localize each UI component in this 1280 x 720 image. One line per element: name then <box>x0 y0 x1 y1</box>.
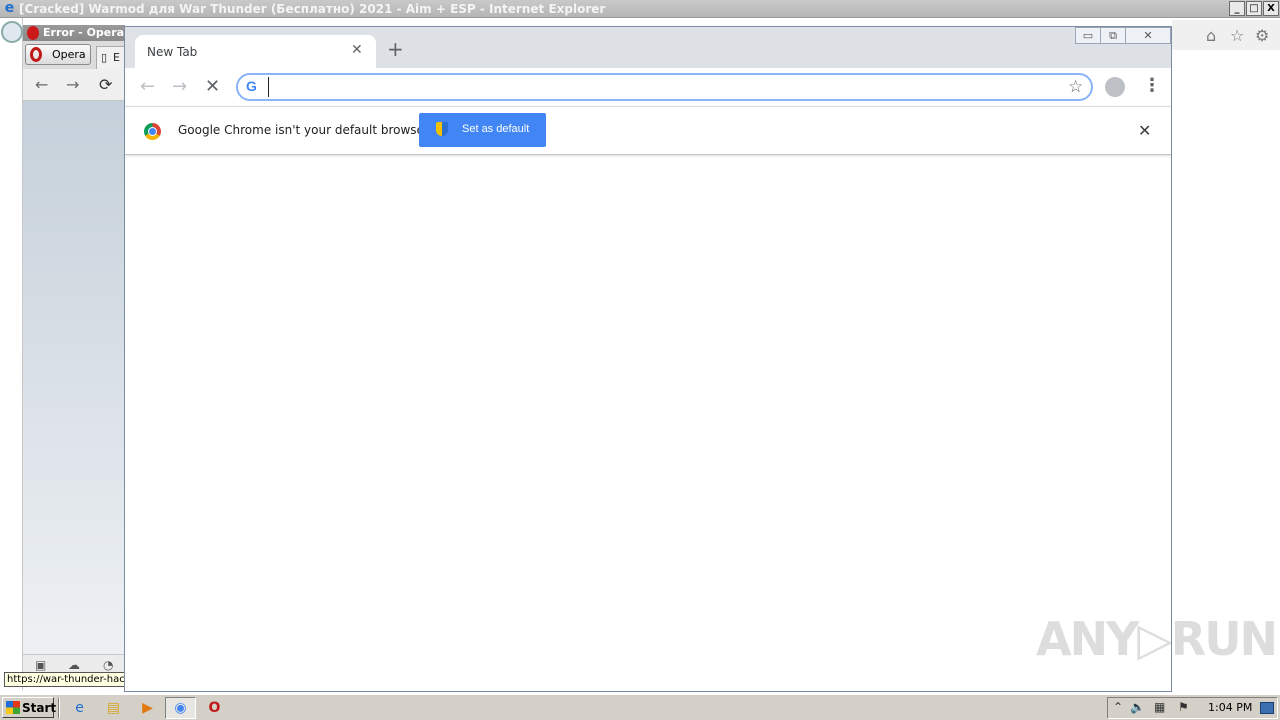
reload-icon[interactable]: ⟳ <box>99 75 112 94</box>
stop-loading-icon[interactable]: ✕ <box>205 76 220 97</box>
home-icon[interactable]: ⌂ <box>1206 26 1216 45</box>
show-desktop-icon[interactable] <box>1260 702 1274 714</box>
page-icon: ▯ <box>101 51 108 64</box>
volume-icon[interactable]: 🔈 <box>1130 700 1145 714</box>
taskbar-ie-icon[interactable]: e <box>64 697 95 719</box>
opera-window-title: Error - Opera <box>43 26 125 39</box>
action-center-flag-icon[interactable]: ⚑ <box>1178 700 1189 714</box>
ie-window-title: [Cracked] Warmod для War Thunder (Беспла… <box>19 2 606 16</box>
taskbar: Start e ▤ ▶ ◉ O ⌃ 🔈 ▦ ⚑ 1:04 PM <box>0 694 1280 720</box>
infobar-close-icon[interactable]: ✕ <box>1138 121 1151 140</box>
back-arrow-icon[interactable]: ← <box>140 76 155 97</box>
system-tray: ⌃ 🔈 ▦ ⚑ 1:04 PM <box>1107 697 1278 719</box>
chrome-close-button[interactable]: ✕ <box>1125 27 1171 44</box>
ie-logo-icon: e <box>4 0 15 16</box>
taskbar-opera-icon[interactable]: O <box>199 697 230 719</box>
back-arrow-icon[interactable]: ← <box>35 75 48 94</box>
uac-shield-icon <box>436 122 448 136</box>
profile-avatar-icon[interactable] <box>1105 77 1125 97</box>
opera-menu-button[interactable]: Opera <box>25 44 91 65</box>
opera-tabbar: Opera ▯ E <box>23 41 125 69</box>
speed-dial-icon[interactable]: ◔ <box>103 658 113 672</box>
opera-tab-label: E <box>113 51 120 64</box>
opera-tab-error[interactable]: ▯ E <box>96 46 125 69</box>
ie-back-button[interactable] <box>1 21 23 43</box>
start-button[interactable]: Start <box>2 697 57 718</box>
taskbar-media-player-icon[interactable]: ▶ <box>132 697 163 719</box>
ie-titlebar: e [Cracked] Warmod для War Thunder (Бесп… <box>0 0 1280 18</box>
tab-close-icon[interactable]: ✕ <box>351 42 363 58</box>
opera-navbar: ← → ⟳ <box>23 69 125 101</box>
set-as-default-label: Set as default <box>462 123 530 135</box>
windows-logo-icon <box>6 701 20 714</box>
google-g-icon: G <box>246 78 257 94</box>
bookmark-star-icon[interactable]: ☆ <box>1068 77 1083 97</box>
anyrun-watermark: ANY▷RUN <box>1036 612 1278 666</box>
opera-menu-label: Opera <box>52 48 86 61</box>
opera-content-area <box>23 101 125 654</box>
favorites-star-icon[interactable]: ☆ <box>1230 26 1244 45</box>
chrome-menu-icon[interactable]: ⋮ <box>1143 75 1161 96</box>
gear-icon[interactable]: ⚙ <box>1255 26 1269 45</box>
ie-content-edge <box>0 18 23 690</box>
ie-minimize-button[interactable]: _ <box>1229 1 1245 16</box>
tab-new-tab[interactable]: New Tab ✕ <box>135 35 376 69</box>
network-icon[interactable]: ▦ <box>1154 700 1165 714</box>
infobar-message: Google Chrome isn't your default browser <box>178 123 429 137</box>
taskbar-separator <box>58 698 60 718</box>
ie-restore-button[interactable]: □ <box>1246 1 1262 16</box>
forward-arrow-icon[interactable]: → <box>172 76 187 97</box>
taskbar-explorer-icon[interactable]: ▤ <box>98 697 129 719</box>
ie-toolbar-right: ⌂ ☆ ⚙ <box>1172 20 1280 50</box>
set-as-default-button[interactable]: Set as default <box>419 113 546 147</box>
omnibox[interactable]: G ☆ <box>236 73 1093 101</box>
chrome-logo-icon <box>144 123 161 140</box>
chrome-restore-button[interactable]: ⧉ <box>1100 27 1126 44</box>
chrome-window: New Tab ✕ + ▭ ⧉ ✕ ← → ✕ G ☆ ⋮ Google Chr… <box>124 26 1172 692</box>
taskbar-chrome-icon[interactable]: ◉ <box>165 697 196 719</box>
opera-logo-icon <box>27 26 39 40</box>
panel-toggle-icon[interactable]: ▣ <box>35 658 46 672</box>
chrome-minimize-button[interactable]: ▭ <box>1075 27 1101 44</box>
chrome-tabstrip: New Tab ✕ + ▭ ⧉ ✕ <box>125 27 1171 69</box>
cloud-icon[interactable]: ☁ <box>68 658 80 672</box>
new-tab-plus-icon[interactable]: + <box>387 39 404 59</box>
tab-title: New Tab <box>147 45 198 59</box>
forward-arrow-icon[interactable]: → <box>66 75 79 94</box>
status-url-tooltip: https://war-thunder-hac <box>4 672 125 687</box>
start-label: Start <box>22 701 57 715</box>
address-input[interactable] <box>268 77 1048 97</box>
opera-titlebar: Error - Opera <box>23 25 125 41</box>
default-browser-infobar: Google Chrome isn't your default browser… <box>125 106 1171 155</box>
ie-close-button[interactable]: X <box>1263 1 1279 16</box>
clock[interactable]: 1:04 PM <box>1208 701 1252 714</box>
opera-o-icon <box>30 47 42 62</box>
tray-expand-icon[interactable]: ⌃ <box>1113 700 1123 714</box>
chrome-toolbar: ← → ✕ G ☆ ⋮ <box>125 68 1171 106</box>
